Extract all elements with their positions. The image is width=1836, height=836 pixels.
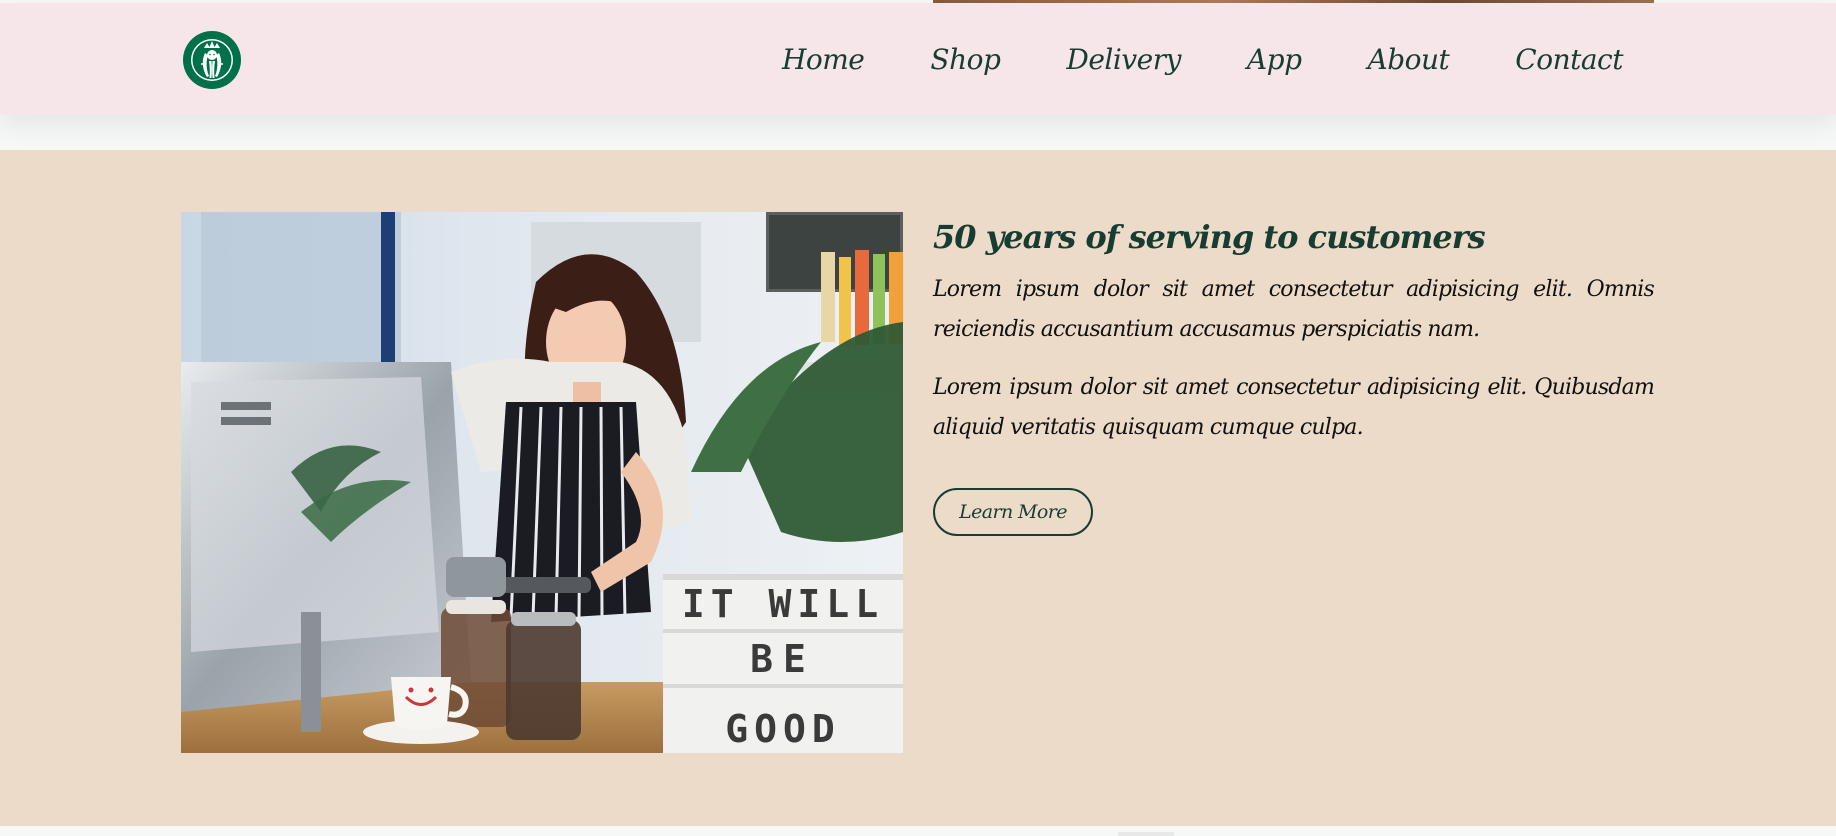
nav-app[interactable]: App xyxy=(1247,43,1302,76)
about-paragraph-1: Lorem ipsum dolor sit amet consectetur a… xyxy=(933,277,1655,342)
about-paragraph-2: Lorem ipsum dolor sit amet consectetur a… xyxy=(933,375,1655,440)
nav-delivery[interactable]: Delivery xyxy=(1066,43,1181,76)
nav-about[interactable]: About xyxy=(1368,43,1450,76)
main-nav: Home Shop Delivery App About Contact xyxy=(782,29,1624,89)
nav-contact[interactable]: Contact xyxy=(1515,43,1623,76)
lightbox-line-1: IT WILL xyxy=(682,582,884,626)
lightbox-line-3: GOOD xyxy=(725,707,841,751)
barista-photo: IT WILL BE GOOD xyxy=(181,212,903,753)
navbar: Home Shop Delivery App About Contact xyxy=(0,3,1836,115)
next-section-edge xyxy=(1118,832,1174,836)
about-content: 50 years of serving to customers Lorem i… xyxy=(933,216,1655,536)
about-heading: 50 years of serving to customers xyxy=(933,218,1486,256)
learn-more-button[interactable]: Learn More xyxy=(933,488,1093,536)
nav-home[interactable]: Home xyxy=(782,43,865,76)
nav-shop[interactable]: Shop xyxy=(930,43,1001,76)
starbucks-logo-icon[interactable] xyxy=(183,31,241,89)
lightbox-line-2: BE xyxy=(750,637,816,681)
about-section: IT WILL BE GOOD 50 years of serving to c… xyxy=(0,150,1836,826)
